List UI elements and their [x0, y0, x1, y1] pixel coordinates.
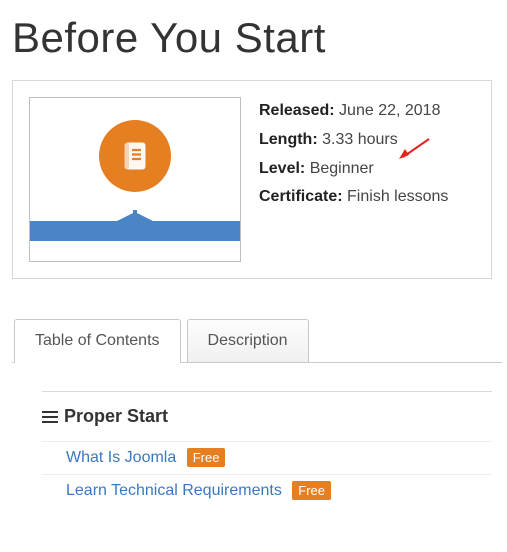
course-thumbnail: [29, 97, 241, 262]
meta-value: Finish lessons: [347, 188, 448, 205]
meta-released: Released: June 22, 2018: [259, 97, 479, 126]
meta-value: Beginner: [310, 160, 374, 177]
lesson-link[interactable]: What Is Joomla: [66, 449, 176, 466]
tab-content: Proper Start What Is Joomla Free Learn T…: [12, 362, 502, 517]
lesson-row: What Is Joomla Free: [42, 441, 492, 474]
section-title: Proper Start: [42, 406, 492, 427]
tab-table-of-contents[interactable]: Table of Contents: [14, 319, 181, 363]
meta-value: June 22, 2018: [339, 102, 440, 119]
lesson-row: Learn Technical Requirements Free: [42, 474, 492, 507]
free-badge: Free: [187, 448, 226, 467]
section-title-text: Proper Start: [64, 406, 168, 427]
toc-section: Proper Start What Is Joomla Free Learn T…: [42, 391, 492, 507]
meta-label: Certificate:: [259, 188, 343, 205]
meta-length: Length: 3.33 hours: [259, 126, 479, 155]
book-icon: [99, 120, 171, 192]
list-icon: [42, 410, 58, 424]
course-meta: Released: June 22, 2018 Length: 3.33 hou…: [259, 97, 479, 262]
page-title: Before You Start: [12, 14, 507, 62]
free-badge: Free: [292, 481, 331, 500]
meta-label: Released:: [259, 102, 335, 119]
meta-certificate: Certificate: Finish lessons: [259, 183, 479, 212]
meta-label: Level:: [259, 160, 305, 177]
graduation-cap-icon: [113, 210, 157, 247]
tab-bar: Table of Contents Description: [14, 319, 507, 363]
meta-label: Length:: [259, 131, 318, 148]
meta-value: 3.33 hours: [322, 131, 398, 148]
meta-level: Level: Beginner: [259, 155, 479, 184]
lesson-link[interactable]: Learn Technical Requirements: [66, 482, 282, 499]
course-card: Released: June 22, 2018 Length: 3.33 hou…: [12, 80, 492, 279]
tab-description[interactable]: Description: [187, 319, 309, 363]
